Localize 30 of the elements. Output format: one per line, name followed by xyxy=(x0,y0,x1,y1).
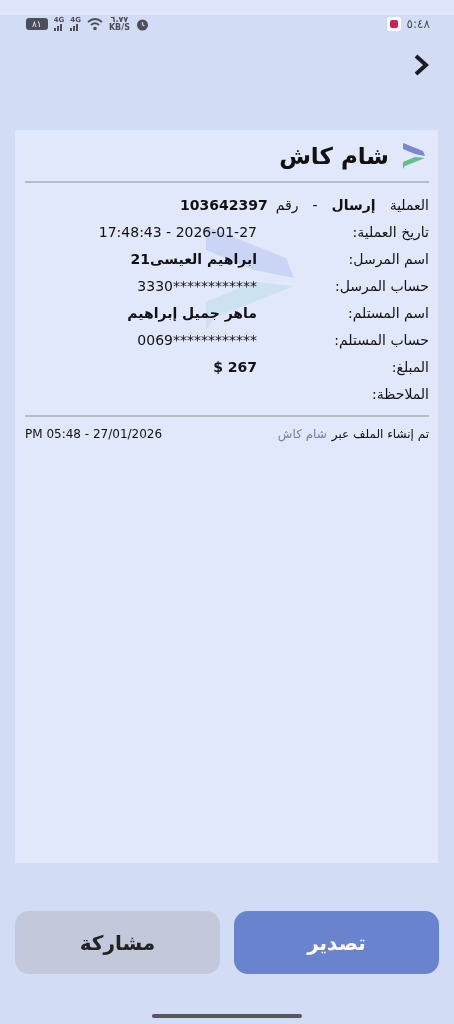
field-value: 3330************ xyxy=(137,277,257,294)
battery-icon: ٨١ xyxy=(26,18,48,30)
operation-label: العملية xyxy=(389,196,429,213)
separator: - xyxy=(312,196,318,213)
field-value: $ 267 xyxy=(213,358,257,375)
clock-time: ٥:٤٨ xyxy=(406,17,430,31)
wifi-icon xyxy=(86,17,103,31)
footer-timestamp: PM 05:48 - 27/01/2026 xyxy=(25,427,163,441)
field-value: ابراهيم العيسى21 xyxy=(130,250,257,267)
operation-type: إرسال xyxy=(331,196,376,213)
field-label: اسم المستلم: xyxy=(346,304,429,321)
app-notification-icon xyxy=(386,17,401,31)
field-label: تاريخ العملية: xyxy=(351,223,429,240)
field-label: حساب المستلم: xyxy=(333,331,429,348)
field-value: 0069************ xyxy=(137,331,257,348)
field-label: الملاحظة: xyxy=(371,385,429,402)
export-button[interactable]: تصدير xyxy=(234,911,439,974)
brand-title: شام كاش xyxy=(279,142,389,169)
field-label: حساب المرسل: xyxy=(333,277,429,294)
app-link[interactable]: شام كاش xyxy=(277,427,327,441)
alarm-icon xyxy=(135,17,149,31)
share-button[interactable]: مشاركة xyxy=(15,911,220,974)
field-label: اسم المرسل: xyxy=(347,250,429,267)
operation-number: 103642397 xyxy=(180,196,268,213)
field-label: المبلغ: xyxy=(390,358,429,375)
back-button[interactable] xyxy=(412,52,430,78)
footer-text: تم إنشاء الملف عبر xyxy=(331,427,429,441)
number-label: رقم xyxy=(275,196,299,213)
field-value: 17:48:43 - 2026-01-27 xyxy=(98,223,257,240)
field-value: ماهر جميل إبراهيم xyxy=(127,304,257,321)
